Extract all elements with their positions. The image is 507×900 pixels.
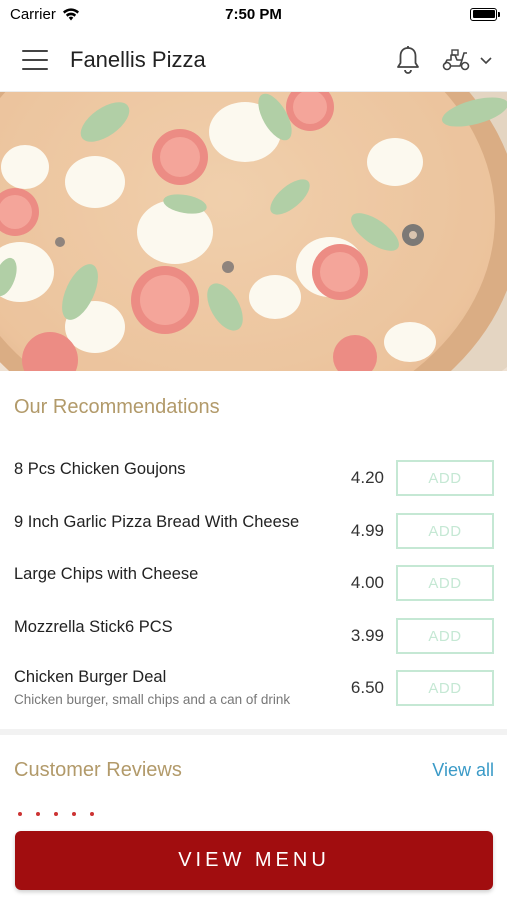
item-name: 8 Pcs Chicken Goujons bbox=[14, 460, 186, 478]
view-all-link[interactable]: View all bbox=[432, 760, 494, 781]
item-name: 9 Inch Garlic Pizza Bread With Cheese bbox=[14, 513, 300, 531]
star-icon bbox=[72, 812, 76, 816]
page-title: Fanellis Pizza bbox=[70, 46, 206, 72]
carrier-label: Carrier bbox=[10, 5, 56, 23]
add-button[interactable]: ADD bbox=[396, 460, 494, 496]
recommendations-title: Our Recommendations bbox=[14, 396, 220, 418]
wifi-icon bbox=[62, 7, 79, 20]
item-price: 4.00 bbox=[350, 573, 384, 592]
view-menu-button[interactable]: VIEW MENU bbox=[15, 831, 493, 890]
bell-icon[interactable] bbox=[393, 45, 423, 75]
list-item: Mozzrella Stick6 PCS 3.99 ADD bbox=[0, 610, 507, 662]
item-name: Chicken Burger Deal bbox=[14, 668, 167, 686]
add-button[interactable]: ADD bbox=[396, 513, 494, 549]
item-name: Mozzrella Stick6 PCS bbox=[14, 618, 173, 636]
reviews-title: Customer Reviews bbox=[14, 759, 182, 781]
star-icon bbox=[18, 812, 22, 816]
add-button[interactable]: ADD bbox=[396, 670, 494, 706]
scooter-icon bbox=[442, 48, 470, 70]
item-name: Large Chips with Cheese bbox=[14, 565, 199, 583]
status-bar: Carrier 7:50 PM bbox=[0, 0, 507, 28]
item-price: 3.99 bbox=[350, 626, 384, 645]
battery-icon bbox=[470, 7, 500, 21]
item-description: Chicken burger, small chips and a can of… bbox=[14, 692, 291, 707]
item-price: 4.99 bbox=[350, 521, 384, 540]
hero-pizza-image bbox=[0, 92, 507, 371]
hamburger-menu-icon[interactable] bbox=[22, 49, 48, 70]
app-header: Fanellis Pizza bbox=[0, 28, 507, 92]
star-icon bbox=[36, 812, 40, 816]
carrier-info: Carrier bbox=[10, 6, 80, 23]
item-price: 6.50 bbox=[350, 678, 384, 697]
list-item: 8 Pcs Chicken Goujons 4.20 ADD bbox=[0, 452, 507, 504]
list-item: Chicken Burger Deal Chicken burger, smal… bbox=[0, 662, 507, 714]
add-button[interactable]: ADD bbox=[396, 565, 494, 601]
add-button[interactable]: ADD bbox=[396, 618, 494, 654]
list-item: 9 Inch Garlic Pizza Bread With Cheese 4.… bbox=[0, 505, 507, 557]
list-item: Large Chips with Cheese 4.00 ADD bbox=[0, 557, 507, 609]
review-stars bbox=[18, 812, 94, 816]
item-price: 4.20 bbox=[350, 468, 384, 487]
section-divider bbox=[0, 729, 507, 735]
star-icon bbox=[90, 812, 94, 816]
delivery-mode-selector[interactable] bbox=[441, 48, 493, 72]
star-icon bbox=[54, 812, 58, 816]
chevron-down-icon bbox=[480, 56, 492, 64]
